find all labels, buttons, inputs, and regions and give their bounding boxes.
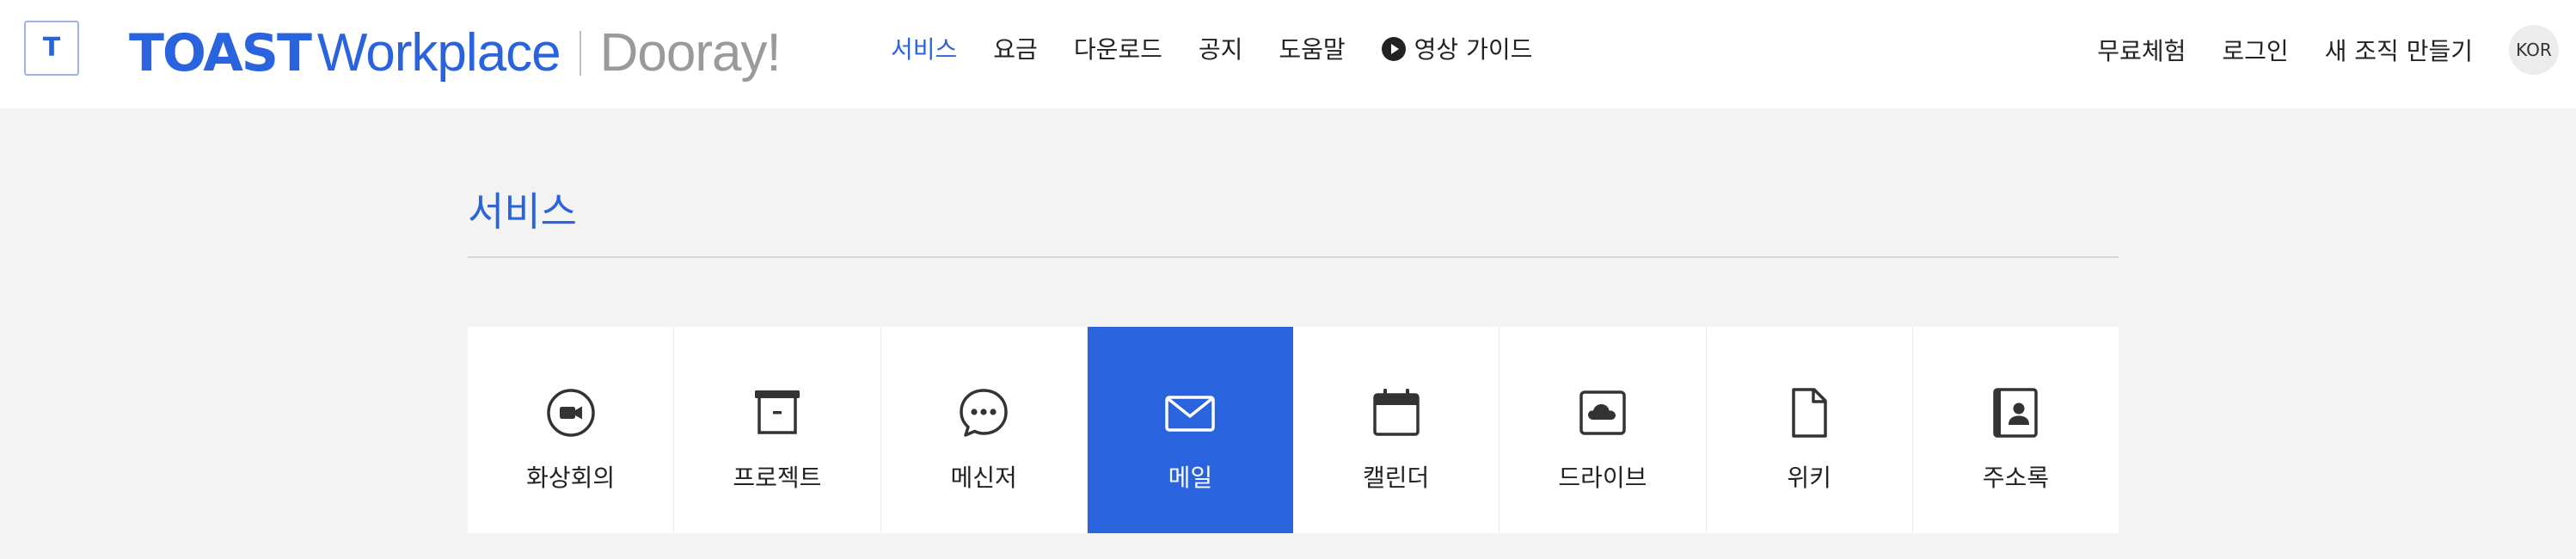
page-title: 서비스 — [468, 188, 577, 235]
brand-divider — [579, 31, 581, 76]
nav-item-pricing[interactable]: 요금 — [993, 33, 1038, 67]
cloud-drive-icon — [1579, 390, 1626, 435]
free-trial-link[interactable]: 무료체험 — [2097, 33, 2186, 67]
mail-icon — [1165, 396, 1216, 432]
new-org-link[interactable]: 새 조직 만들기 — [2325, 33, 2473, 67]
nav-item-services[interactable]: 서비스 — [891, 33, 957, 67]
nav-item-video-guide-label: 영상 가이드 — [1414, 35, 1533, 64]
service-label: 주소록 — [1982, 464, 2050, 492]
service-tab-video-call[interactable]: 화상회의 — [468, 327, 675, 533]
brand-workplace: Workplace — [316, 23, 561, 83]
chat-bubble-icon — [960, 389, 1008, 437]
account-nav: 무료체험 로그인 새 조직 만들기 KOR — [2061, 25, 2559, 75]
brand-logo[interactable]: TOAST Workplace Dooray! — [129, 19, 782, 88]
service-label: 메신저 — [950, 464, 1017, 492]
service-label: 캘린더 — [1362, 464, 1430, 492]
service-tab-calendar[interactable]: 캘린더 — [1293, 327, 1500, 533]
brand-dooray: Dooray! — [599, 23, 782, 83]
service-tab-address-book[interactable]: 주소록 — [1912, 327, 2119, 533]
calendar-icon — [1372, 389, 1420, 436]
service-label: 위키 — [1787, 464, 1831, 492]
archive-box-icon — [754, 390, 800, 434]
address-book-icon — [1993, 388, 2039, 438]
service-label: 화상회의 — [526, 464, 616, 492]
service-tab-wiki[interactable]: 위키 — [1706, 327, 1913, 533]
title-divider — [468, 256, 2119, 258]
service-label: 프로젝트 — [733, 464, 822, 492]
main-nav: 서비스 요금 다운로드 공지 도움말 영상 가이드 — [891, 33, 1568, 67]
brand-toast: TOAST — [129, 23, 312, 83]
play-circle-icon — [1381, 37, 1406, 61]
t-logo-icon[interactable]: T — [24, 21, 79, 76]
service-tab-mail[interactable]: 메일 — [1087, 327, 1293, 533]
language-button[interactable]: KOR — [2509, 25, 2559, 75]
video-call-icon — [546, 389, 595, 437]
top-header: T TOAST Workplace Dooray! 서비스 요금 다운로드 공지… — [0, 0, 2576, 108]
document-icon — [1792, 388, 1827, 438]
nav-item-download[interactable]: 다운로드 — [1074, 33, 1162, 67]
service-tabs: 화상회의 프로젝트 메신저 메일 캘린더 드라이브 위키 주소록 — [468, 327, 2119, 533]
t-logo-letter: T — [42, 33, 61, 63]
service-tab-drive[interactable]: 드라이브 — [1500, 327, 1707, 533]
service-label: 메일 — [1168, 464, 1213, 492]
nav-item-notice[interactable]: 공지 — [1199, 33, 1243, 67]
service-label: 드라이브 — [1558, 464, 1647, 492]
nav-item-help[interactable]: 도움말 — [1279, 33, 1345, 67]
service-tab-project[interactable]: 프로젝트 — [674, 327, 881, 533]
login-link[interactable]: 로그인 — [2222, 33, 2288, 67]
service-tab-messenger[interactable]: 메신저 — [880, 327, 1088, 533]
nav-item-video-guide[interactable]: 영상 가이드 — [1381, 33, 1533, 67]
